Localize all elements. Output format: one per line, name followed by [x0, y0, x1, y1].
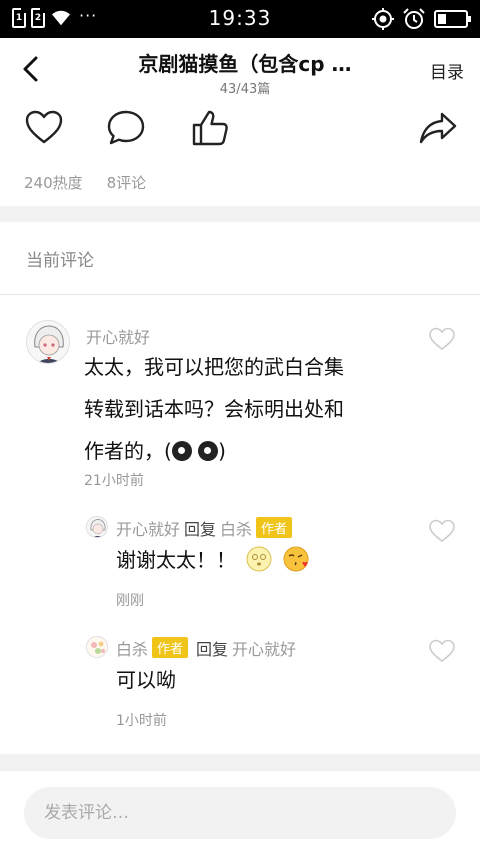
comment-text: 太太，我可以把您的武白合集 转载到话本吗？会标明出处和 作者的，( ) — [84, 346, 424, 472]
divider-line — [0, 294, 480, 295]
reply-word: 回复 — [196, 640, 229, 659]
reply-time: 刚刚 — [116, 593, 144, 609]
alarm-icon — [403, 8, 425, 29]
author-badge: 作者 — [152, 637, 189, 658]
reply-target[interactable]: 白杀 — [220, 520, 252, 539]
comment-time: 21小时前 — [84, 473, 144, 489]
comment-count[interactable]: 8评论 — [107, 172, 147, 193]
comment-line-3-text: 作者的，( — [84, 439, 172, 463]
action-row — [0, 108, 480, 154]
eye-emoji-icon — [171, 441, 192, 461]
comment-line-2: 转载到话本吗？会标明出处和 — [84, 397, 344, 421]
avatar[interactable] — [86, 636, 108, 658]
comment-line-1: 太太，我可以把您的武白合集 — [84, 355, 344, 379]
avatar-image — [87, 517, 107, 537]
section-divider — [0, 206, 480, 222]
reply-author[interactable]: 开心就好 — [116, 520, 180, 539]
comment-author[interactable]: 开心就好 — [86, 324, 150, 348]
table-of-contents-button[interactable]: 目录 — [430, 58, 464, 83]
heat-count: 240热度 — [24, 174, 83, 192]
status-right — [372, 8, 471, 30]
reply-text-content: 谢谢太太！！ — [116, 548, 236, 572]
thumbs-up-icon[interactable] — [190, 108, 230, 148]
reply-time: 1小时前 — [116, 713, 167, 729]
eye-emoji-icon — [198, 441, 219, 461]
pale-face-emoji-icon — [246, 546, 272, 572]
section-divider — [0, 754, 480, 770]
reply-header: 开心就好 回复 白杀 作者 — [116, 516, 296, 540]
reply-text: 谢谢太太！！ — [116, 540, 309, 580]
heart-icon[interactable] — [24, 108, 64, 148]
avatar-image — [87, 637, 107, 657]
comment-line-3: 作者的，( ) — [84, 430, 424, 472]
reply-word: 回复 — [184, 520, 217, 539]
author-badge: 作者 — [256, 517, 293, 538]
like-heart-icon[interactable] — [428, 518, 456, 544]
kiss-emoji-icon — [283, 546, 309, 572]
location-icon — [372, 8, 394, 30]
reply-header: 白杀 作者 回复 开心就好 — [116, 636, 296, 660]
page-title: 京剧猫摸鱼（包含cp … — [138, 52, 352, 76]
header: 京剧猫摸鱼（包含cp … 43/43篇 目录 — [0, 38, 480, 102]
reply-author[interactable]: 白杀 — [116, 640, 148, 659]
stats-row: 240热度 8评论 — [24, 172, 146, 193]
chapter-count: 43/43篇 — [219, 82, 271, 97]
reply-target[interactable]: 开心就好 — [232, 640, 296, 659]
like-heart-icon[interactable] — [428, 638, 456, 664]
comment-icon[interactable] — [106, 108, 146, 148]
avatar[interactable] — [86, 516, 108, 538]
share-icon[interactable] — [418, 108, 458, 148]
comment-input[interactable] — [24, 787, 456, 839]
comment-bar — [0, 770, 480, 854]
section-title: 当前评论 — [26, 251, 94, 271]
back-arrow-icon[interactable] — [16, 54, 46, 84]
like-heart-icon[interactable] — [428, 326, 456, 352]
reply-text: 可以呦 — [116, 668, 176, 692]
avatar-image — [27, 321, 69, 363]
avatar[interactable] — [26, 320, 70, 364]
comment-line-3-end: ) — [218, 439, 226, 463]
battery-icon — [434, 10, 471, 28]
status-bar: 1 2 ··· 19:33 — [0, 0, 480, 38]
